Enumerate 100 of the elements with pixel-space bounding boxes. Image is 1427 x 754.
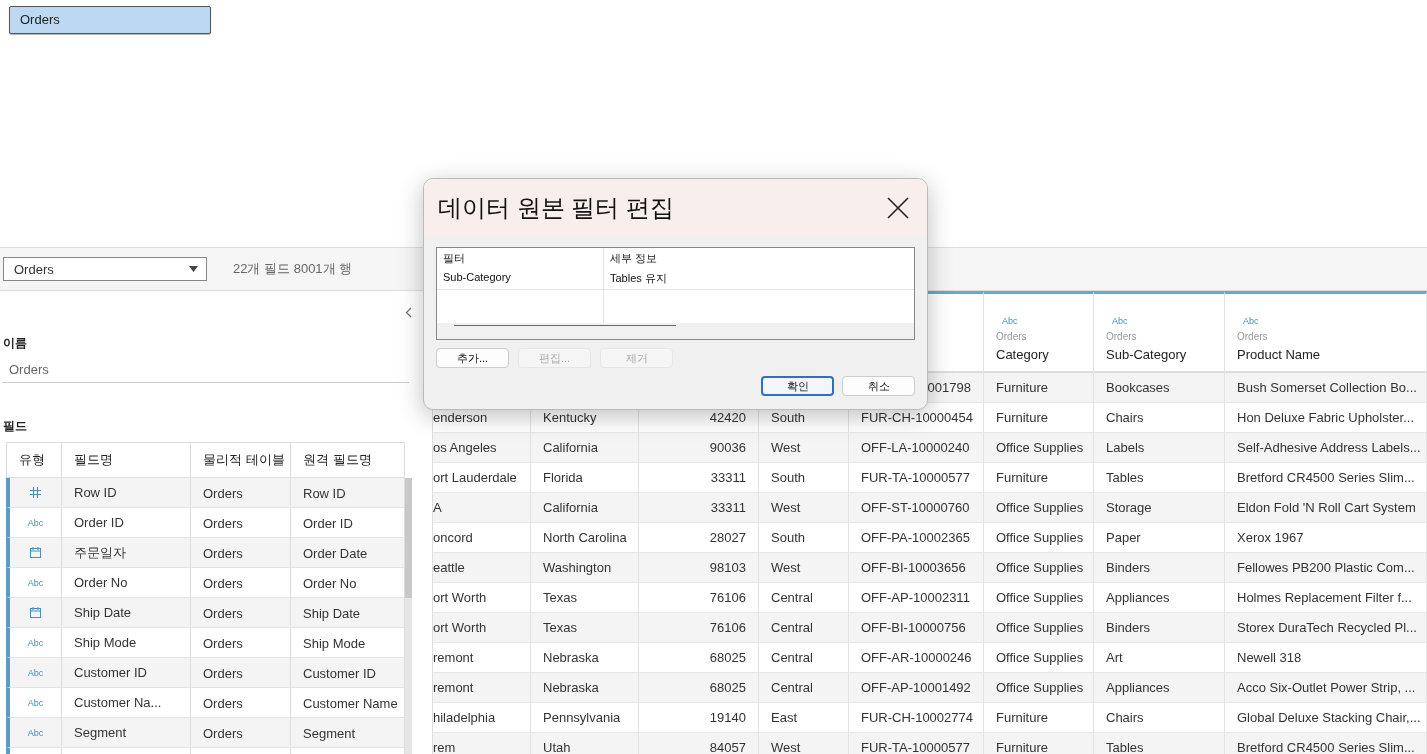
table-cell: Utah: [531, 733, 639, 754]
table-cell: Orders: [191, 598, 291, 628]
table-cell: 90036: [639, 433, 759, 463]
action-button[interactable]: 추가...: [436, 348, 509, 368]
type-label: Abc: [27, 697, 44, 708]
table-cell: Fellowes PB200 Plastic Com...: [1225, 553, 1427, 583]
table-cell: Orders: [191, 718, 291, 748]
table-cell: California: [531, 433, 639, 463]
source-dropdown[interactable]: Orders: [3, 257, 207, 281]
table-cell: 98103: [639, 553, 759, 583]
table-cell: 76106: [639, 613, 759, 643]
table-cell: 주문일자: [62, 538, 191, 568]
table-cell: remont: [433, 673, 531, 703]
table-cell: Furniture: [984, 733, 1094, 754]
table-cell: OFF-BI-10003656: [849, 553, 984, 583]
column-header[interactable]: Abc Orders Product Name: [1225, 291, 1427, 373]
table-cell: West: [759, 733, 849, 754]
caret-icon: [189, 266, 198, 272]
table-label: Orders: [1106, 331, 1138, 342]
table-cell: 68025: [639, 673, 759, 703]
table-label: Orders: [1237, 331, 1269, 342]
type-label: Abc: [1111, 316, 1129, 326]
column-header[interactable]: 물리적 테이블: [191, 442, 291, 478]
table-cell: Furniture: [984, 373, 1094, 403]
table-cell: Central: [759, 613, 849, 643]
table-cell: Orders: [191, 478, 291, 508]
dialog-button[interactable]: 취소: [842, 376, 915, 396]
type-label: Abc: [27, 667, 44, 678]
table-cell: Labels: [1094, 433, 1225, 463]
list-cell[interactable]: Tables 유지: [604, 268, 914, 290]
table-cell: OFF-LA-10000240: [849, 433, 984, 463]
column-header[interactable]: Abc Orders Category: [984, 291, 1094, 373]
type-label: Abc: [27, 637, 44, 648]
close-icon: [887, 196, 909, 219]
column-name: Sub-Category: [1106, 347, 1188, 362]
table-cell: rem: [433, 733, 531, 754]
column-header[interactable]: Abc Orders Sub-Category: [1094, 291, 1225, 373]
table-cell: West: [759, 493, 849, 523]
table-cell: Texas: [531, 613, 639, 643]
table-cell: Row ID: [62, 478, 191, 508]
table-cell: West: [759, 553, 849, 583]
dialog-title: 데이터 원본 필터 편집: [438, 192, 674, 223]
table-cell: Office Supplies: [984, 433, 1094, 463]
scrollbar[interactable]: [405, 478, 412, 754]
type-label: Abc: [27, 577, 44, 588]
column-header[interactable]: 유형: [6, 442, 62, 478]
table-cell: Self-Adhesive Address Labels...: [1225, 433, 1427, 463]
table-cell: A: [433, 493, 531, 523]
table-cell: California: [531, 493, 639, 523]
column-name: Product Name: [1237, 347, 1322, 362]
table-cell: os Angeles: [433, 433, 531, 463]
type-label: Abc: [1242, 316, 1260, 326]
table-cell: Customer ID: [62, 658, 191, 688]
table-cell: Customer ID: [291, 658, 405, 688]
table-cell: Ship Date: [62, 598, 191, 628]
table-cell: Tables: [1094, 733, 1225, 754]
table-cell: Washington: [531, 553, 639, 583]
summary-text: 22개 필드 8001개 행: [233, 260, 353, 278]
table-cell: Orders: [191, 658, 291, 688]
table-cell: Office Supplies: [984, 613, 1094, 643]
table-cell: 33311: [639, 493, 759, 523]
table-cell: Appliances: [1094, 673, 1225, 703]
table-cell: West: [759, 433, 849, 463]
table-cell: Office Supplies: [984, 553, 1094, 583]
table-cell: Eldon Fold 'N Roll Cart System: [1225, 493, 1427, 523]
table-cell: Segment: [291, 718, 405, 748]
table-label: Orders: [996, 331, 1028, 342]
name-field[interactable]: Orders: [2, 358, 409, 383]
table-pill[interactable]: Orders: [9, 6, 211, 34]
type-label: Abc: [27, 517, 44, 528]
table-cell: Office Supplies: [984, 493, 1094, 523]
table-cell: Central: [759, 673, 849, 703]
table-cell: Binders: [1094, 613, 1225, 643]
column-name: Category: [996, 347, 1050, 362]
table-cell: Order Date: [291, 538, 405, 568]
table-cell: Ship Date: [291, 598, 405, 628]
type-label: Abc: [1001, 316, 1019, 326]
table-cell: eattle: [433, 553, 531, 583]
column-header: 필터: [437, 248, 604, 268]
table-cell: 84057: [639, 733, 759, 754]
table-cell: Bookcases: [1094, 373, 1225, 403]
dialog-button[interactable]: 확인: [761, 376, 834, 396]
list-cell[interactable]: Sub-Category: [437, 268, 604, 290]
table-cell: OFF-AP-10001492: [849, 673, 984, 703]
column-header[interactable]: 원격 필드명: [291, 442, 405, 478]
table-cell: FUR-TA-10000577: [849, 733, 984, 754]
table-cell: Binders: [1094, 553, 1225, 583]
table-cell: Storage: [1094, 493, 1225, 523]
table-cell: Office Supplies: [984, 673, 1094, 703]
scrollbar-thumb[interactable]: [454, 325, 676, 326]
table-cell: Segment: [62, 718, 191, 748]
table-cell: ort Worth: [433, 613, 531, 643]
section-label: 필드: [3, 418, 28, 435]
chevron-left-icon[interactable]: [405, 307, 412, 318]
table-cell: OFF-BI-10000756: [849, 613, 984, 643]
table-cell: Orders: [191, 538, 291, 568]
column-header[interactable]: 필드명: [62, 442, 191, 478]
name-label: 이름: [3, 335, 28, 352]
table-cell: Bretford CR4500 Series Slim...: [1225, 733, 1427, 754]
table-cell: Storex DuraTech Recycled Pl...: [1225, 613, 1427, 643]
